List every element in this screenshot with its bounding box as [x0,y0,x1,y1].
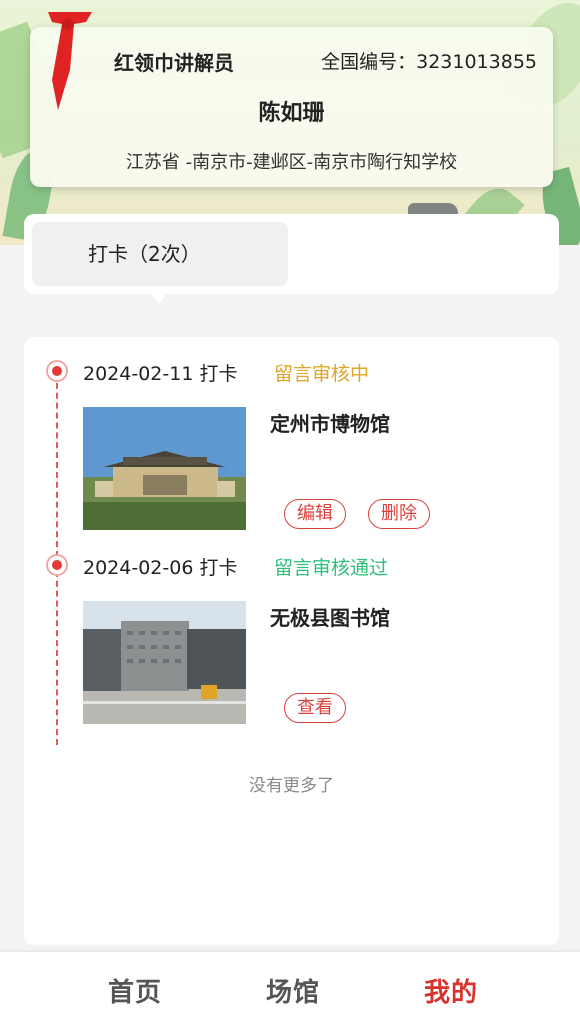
venue-name[interactable]: 定州市博物馆 [270,408,390,437]
national-id: 全国编号：3231013855 [321,51,537,73]
checkin-status: 留言审核中 [274,363,370,385]
venue-photo[interactable] [83,407,246,530]
tab-pointer [150,292,168,304]
user-school: 江苏省 -南京市-建邺区-南京市陶行知学校 [125,152,458,173]
delete-button[interactable]: 删除 [368,499,430,529]
checkin-timeline: 2024-02-11 打卡 留言审核中 定州市博物馆 编辑 删除 2024-02… [24,337,559,945]
checkin-status: 留言审核通过 [274,557,389,579]
nav-mine[interactable]: 我的 [424,972,478,1009]
checkin-date: 2024-02-06 打卡 [83,557,238,579]
timeline-dot-icon [46,554,68,576]
profile-card: 红领巾讲解员 全国编号：3231013855 陈如珊 江苏省 -南京市-建邺区-… [30,27,553,187]
venue-photo[interactable] [83,601,246,724]
role-title: 红领巾讲解员 [114,51,234,75]
no-more-text: 没有更多了 [249,776,334,796]
nav-venues[interactable]: 场馆 [266,972,320,1009]
bottom-nav: 首页 场馆 我的 [0,952,580,1028]
tab-panel: 打卡（2次） [24,214,559,294]
timeline-dot-icon [46,360,68,382]
edit-button[interactable]: 编辑 [284,499,346,529]
nav-home[interactable]: 首页 [108,972,162,1009]
red-scarf-icon [48,12,92,110]
user-name: 陈如珊 [258,101,325,126]
checkin-date: 2024-02-11 打卡 [83,363,238,385]
venue-name[interactable]: 无极县图书馆 [270,602,390,631]
tab-checkin[interactable]: 打卡（2次） [32,222,288,286]
view-button[interactable]: 查看 [284,693,346,723]
